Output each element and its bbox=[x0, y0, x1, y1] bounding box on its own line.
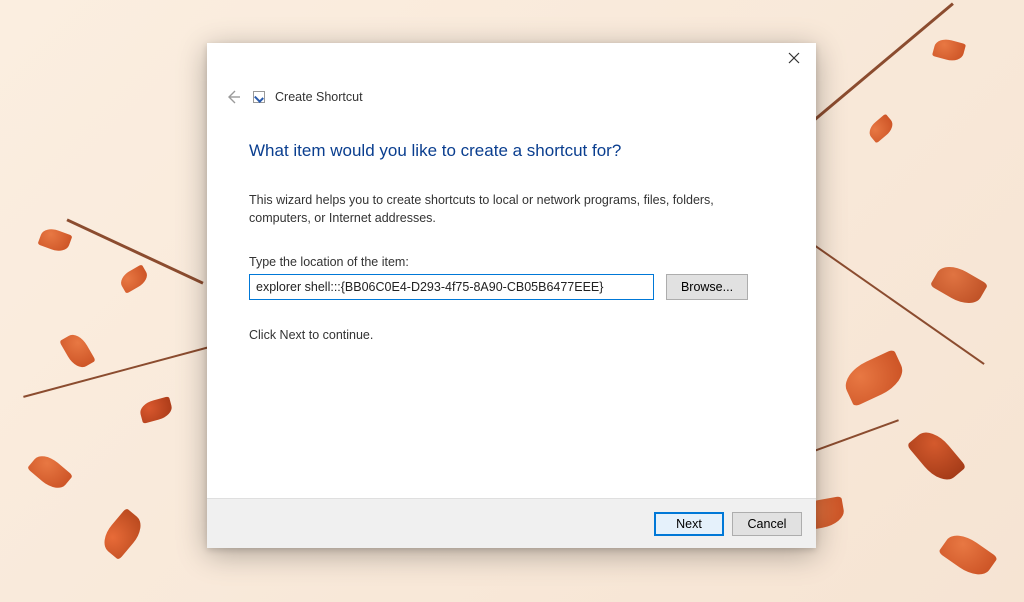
shortcut-icon bbox=[253, 91, 265, 103]
dialog-titlebar bbox=[207, 43, 816, 73]
close-button[interactable] bbox=[778, 46, 810, 70]
dialog-footer: Next Cancel bbox=[207, 498, 816, 548]
location-row: Browse... bbox=[249, 274, 774, 300]
browse-button[interactable]: Browse... bbox=[666, 274, 748, 300]
dialog-content: What item would you like to create a sho… bbox=[207, 113, 816, 498]
back-arrow-icon bbox=[225, 89, 241, 105]
cancel-button[interactable]: Cancel bbox=[732, 512, 802, 536]
location-input[interactable] bbox=[249, 274, 654, 300]
continue-text: Click Next to continue. bbox=[249, 328, 774, 342]
close-icon bbox=[788, 52, 800, 64]
location-label: Type the location of the item: bbox=[249, 255, 774, 269]
next-button[interactable]: Next bbox=[654, 512, 724, 536]
dialog-header: Create Shortcut bbox=[207, 73, 816, 113]
create-shortcut-dialog: Create Shortcut What item would you like… bbox=[207, 43, 816, 548]
wizard-description: This wizard helps you to create shortcut… bbox=[249, 191, 749, 227]
dialog-title: Create Shortcut bbox=[275, 90, 363, 104]
main-heading: What item would you like to create a sho… bbox=[249, 141, 774, 161]
back-button[interactable] bbox=[223, 87, 243, 107]
